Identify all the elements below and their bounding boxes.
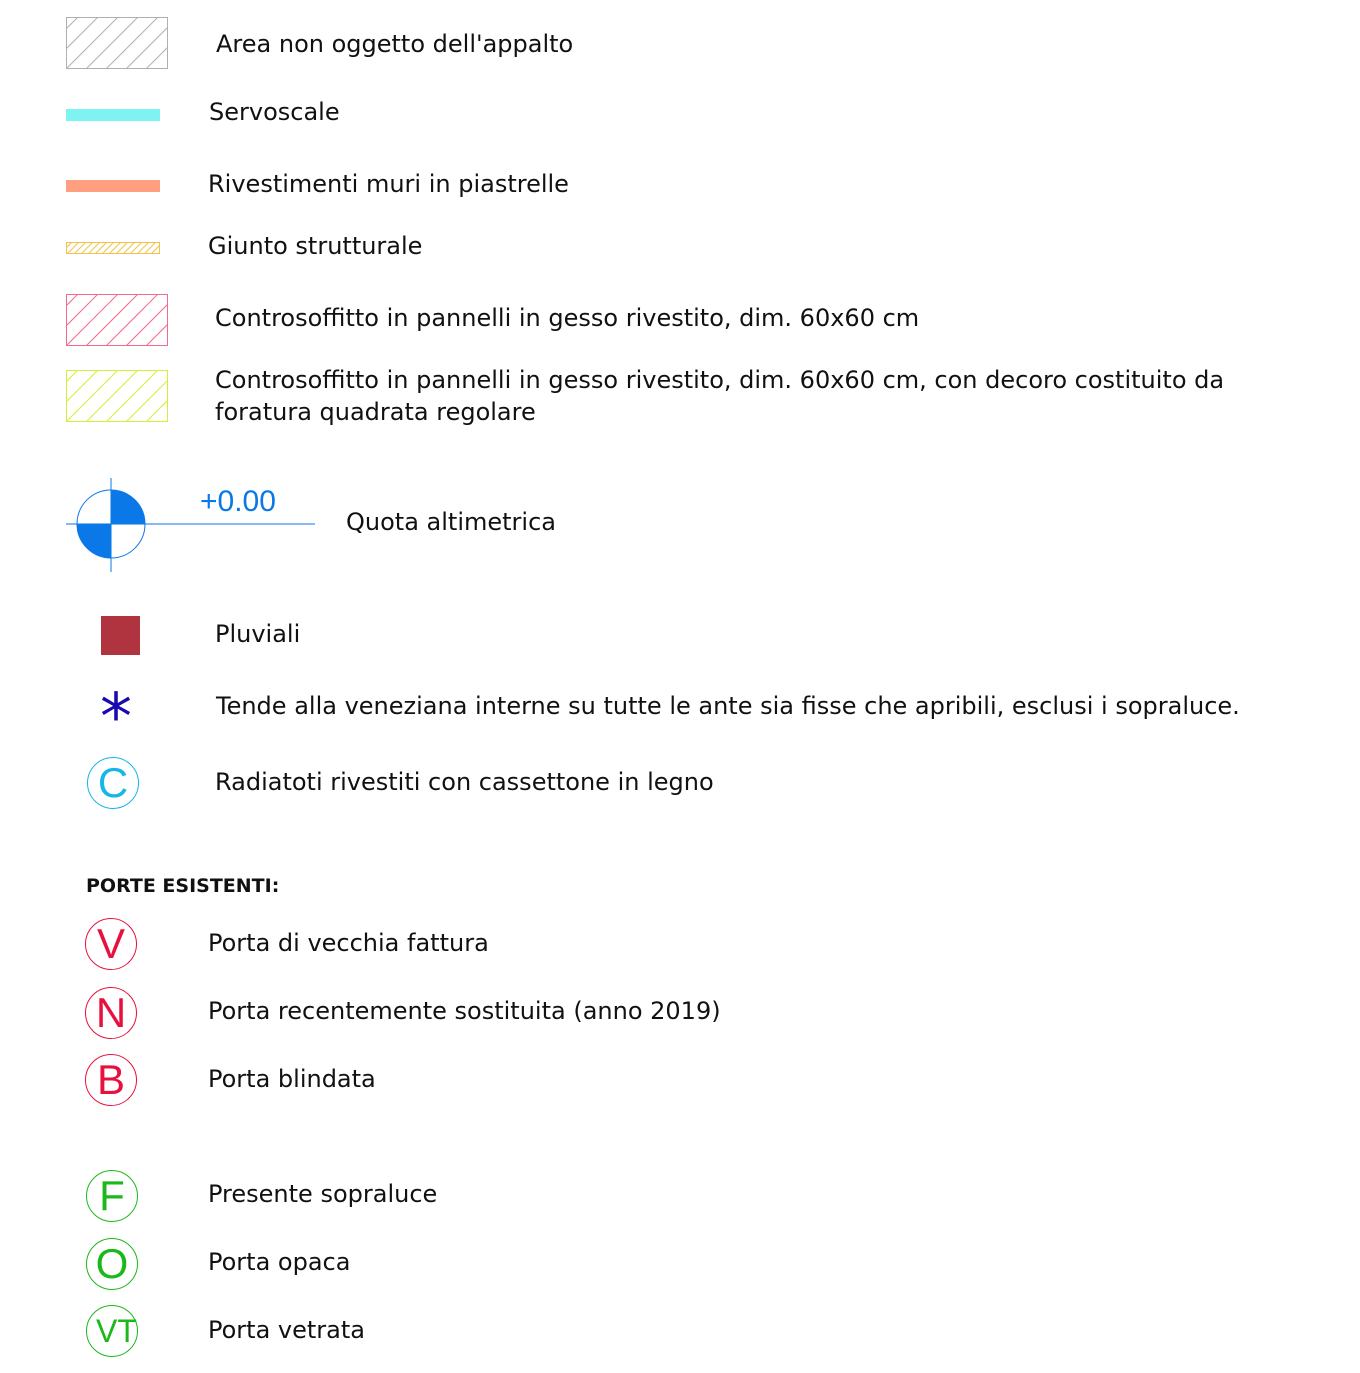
legend-label-controsoffitto-decoro: Controsoffitto in pannelli in gesso rive…: [215, 366, 1225, 426]
door-icon-f: F: [86, 1170, 138, 1222]
legend-label-radiatori: Radiatoti rivestiti con cassettone in le…: [215, 768, 714, 796]
door-icon-o: O: [86, 1238, 138, 1290]
legend-label-giunto: Giunto strutturale: [208, 232, 423, 260]
legend-label-pluviali: Pluviali: [215, 620, 301, 648]
doors-heading: PORTE ESISTENTI:: [86, 875, 280, 897]
cyan-line-icon: [66, 109, 160, 121]
salmon-line-icon: [66, 180, 160, 192]
elevation-marker-icon: [66, 478, 315, 572]
door-label-v: Porta di vecchia fattura: [208, 929, 489, 957]
legend-label-quota: Quota altimetrica: [346, 508, 556, 536]
hatch-gray-icon: [66, 17, 168, 69]
asterisk-icon: *: [100, 681, 132, 755]
door-type-label-f: Presente sopraluce: [208, 1180, 438, 1208]
hatch-pink-icon: [66, 294, 168, 346]
red-square-icon: [101, 616, 140, 655]
door-icon-v: V: [85, 918, 137, 970]
door-icon-n: N: [85, 987, 137, 1039]
legend-label-servoscale: Servoscale: [209, 98, 340, 126]
door-type-label-o: Porta opaca: [208, 1248, 351, 1276]
legend-label-rivestimenti: Rivestimenti muri in piastrelle: [208, 170, 569, 198]
legend-label-tende: Tende alla veneziana interne su tutte le…: [216, 692, 1240, 720]
legend-label-area: Area non oggetto dell'appalto: [216, 30, 574, 58]
door-icon-vt: VT: [86, 1305, 138, 1357]
door-label-b: Porta blindata: [208, 1065, 376, 1093]
hatch-lime-icon: [66, 370, 168, 422]
door-label-n: Porta recentemente sostituita (anno 2019…: [208, 997, 721, 1025]
legend-label-controsoffitto: Controsoffitto in pannelli in gesso rive…: [215, 304, 920, 332]
hatch-yellow-icon: [66, 242, 160, 254]
elevation-value: +0.00: [200, 485, 276, 518]
door-icon-b: B: [85, 1054, 137, 1106]
door-type-label-vt: Porta vetrata: [208, 1316, 365, 1344]
circle-c-icon: C: [87, 757, 139, 809]
